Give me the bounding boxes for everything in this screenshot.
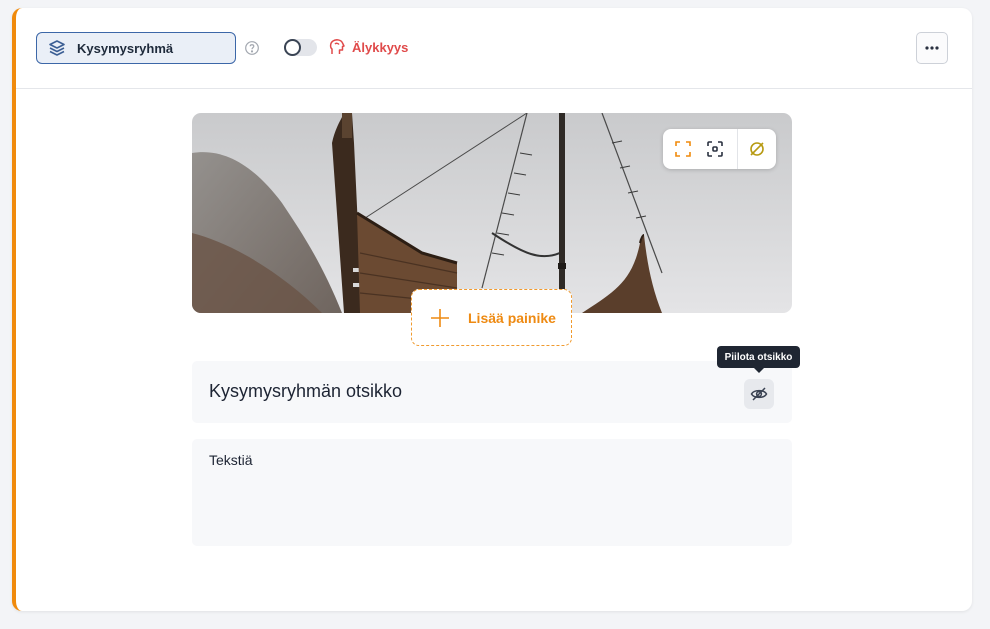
block-type-selector[interactable]: Kysymysryhmä (36, 32, 236, 64)
card-header: Kysymysryhmä Älykkyys (16, 8, 972, 89)
smart-label: Älykkyys (352, 40, 409, 55)
remove-image-icon[interactable] (738, 129, 776, 169)
block-type-label: Kysymysryhmä (77, 40, 174, 56)
help-circle-icon[interactable] (244, 40, 260, 56)
ellipsis-icon (925, 46, 939, 50)
expand-icon[interactable] (667, 129, 699, 169)
focus-point-icon[interactable] (699, 129, 731, 169)
toggle-knob (284, 39, 301, 56)
hide-title-button[interactable] (744, 379, 774, 409)
question-group-card: Kysymysryhmä Älykkyys Lisää painike Kysy… (12, 8, 972, 611)
more-options-button[interactable] (916, 32, 948, 64)
text-field[interactable]: Tekstiä (192, 439, 792, 546)
title-text[interactable]: Kysymysryhmän otsikko (209, 381, 402, 402)
hide-title-tooltip: Piilota otsikko (717, 346, 800, 373)
smart-toggle[interactable] (284, 39, 317, 56)
body-text[interactable]: Tekstiä (209, 452, 253, 468)
add-button[interactable]: Lisää painike (411, 289, 572, 346)
layers-icon (47, 38, 67, 58)
eye-off-icon (750, 387, 768, 401)
add-button-label: Lisää painike (468, 309, 556, 326)
title-field[interactable]: Kysymysryhmän otsikko (192, 361, 792, 423)
brain-icon (327, 37, 347, 57)
plus-icon (430, 308, 450, 328)
image-toolbar (663, 129, 776, 169)
